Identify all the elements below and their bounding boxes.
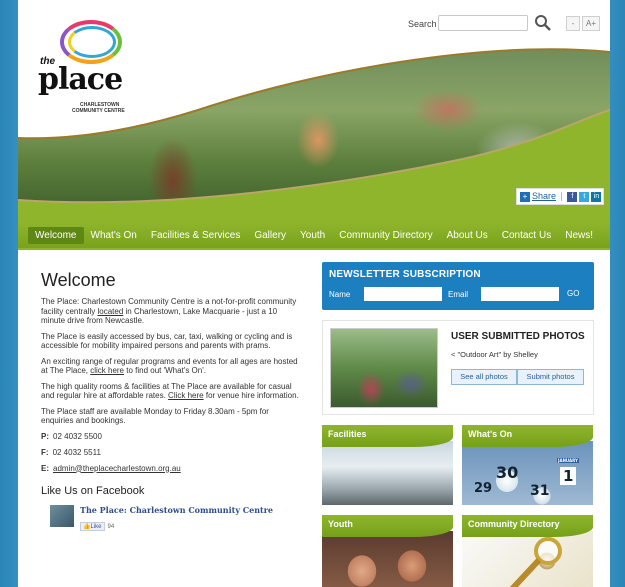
facebook-icon[interactable]: f	[567, 191, 578, 202]
nav-whats-on[interactable]: What's On	[84, 227, 144, 244]
fax-label: F:	[41, 447, 49, 457]
nav-gallery[interactable]: Gallery	[247, 227, 293, 244]
facebook-like-label: Like	[90, 523, 102, 530]
newsletter-box: NEWSLETTER SUBSCRIPTION Name Email GO	[322, 262, 594, 310]
main-nav: Welcome What's On Facilities & Services …	[18, 222, 610, 248]
programs-paragraph: An exciting range of regular programs an…	[41, 357, 303, 376]
nav-facilities-services[interactable]: Facilities & Services	[144, 227, 247, 244]
page: the place CHARLESTOWN COMMUNITY CENTRE S…	[18, 0, 610, 587]
facebook-like-button[interactable]: 👍Like	[80, 521, 105, 531]
user-photo-thumbnail[interactable]	[330, 328, 438, 408]
see-all-photos-button[interactable]: See all photos	[451, 369, 517, 385]
phone-number: 02 4032 5500	[53, 431, 102, 441]
email-label: E:	[41, 463, 49, 473]
magnifying-glass-icon	[509, 537, 562, 587]
share-link[interactable]: Share	[532, 191, 556, 201]
tile-youth-label: Youth	[328, 519, 353, 529]
intro-paragraph: The Place: Charlestown Community Centre …	[41, 297, 303, 326]
facebook-widget: The Place: Charlestown Community Centre …	[41, 504, 303, 533]
tile-community-directory[interactable]: Community Directory	[462, 515, 593, 587]
newsletter-name-input[interactable]	[364, 287, 442, 301]
search-input[interactable]	[438, 15, 528, 31]
hire-paragraph: The high quality rooms & facilities at T…	[41, 382, 303, 401]
tile-facilities-label: Facilities	[328, 429, 367, 439]
font-increase-button[interactable]: A+	[582, 16, 600, 31]
share-divider: |	[560, 191, 563, 201]
nav-youth[interactable]: Youth	[293, 227, 332, 244]
facilities-image	[322, 441, 453, 505]
share-plus-icon[interactable]: +	[520, 191, 530, 202]
whats-on-calendar-image: 30 1 29 31 JANUARY	[462, 441, 593, 505]
fax-line: F: 02 4032 5511	[41, 448, 303, 457]
newsletter-email-label: Email	[448, 290, 469, 299]
calendar-month: JANUARY	[557, 458, 579, 463]
search-label: Search	[408, 19, 437, 29]
access-paragraph: The Place is easily accessed by bus, car…	[41, 331, 293, 351]
calendar-date-30: 30	[496, 463, 519, 482]
header: the place CHARLESTOWN COMMUNITY CENTRE S…	[18, 0, 610, 250]
facebook-page-thumbnail[interactable]	[50, 504, 74, 527]
tile-whats-on-label: What's On	[468, 429, 513, 439]
nav-about-us[interactable]: About Us	[440, 227, 495, 244]
calendar-date-31: 31	[530, 483, 550, 499]
nav-news[interactable]: News!	[558, 227, 600, 244]
twitter-icon[interactable]: t	[579, 191, 590, 202]
email-line: E: admin@theplacecharlestown.org.au	[41, 464, 303, 473]
search-icon[interactable]	[534, 14, 552, 32]
user-photos-title: USER SUBMITTED PHOTOS	[451, 331, 585, 342]
tile-youth[interactable]: Youth	[322, 515, 453, 587]
nav-welcome[interactable]: Welcome	[28, 226, 84, 244]
page-title: Welcome	[41, 270, 116, 290]
font-decrease-button[interactable]: -	[566, 16, 580, 31]
hire-text-2: for venue hire information.	[203, 391, 299, 400]
whats-on-link[interactable]: click here	[90, 366, 124, 375]
logo-ring-inner-icon	[68, 26, 116, 58]
tile-whats-on[interactable]: 30 1 29 31 JANUARY What's On	[462, 425, 593, 505]
youth-image	[322, 531, 453, 587]
user-photos-box: USER SUBMITTED PHOTOS < "Outdoor Art" by…	[322, 320, 594, 415]
facebook-page-name[interactable]: The Place: Charlestown Community Centre	[80, 505, 273, 515]
newsletter-name-label: Name	[329, 290, 351, 299]
logo-subtitle-2: COMMUNITY CENTRE	[72, 108, 125, 114]
located-link[interactable]: located	[97, 307, 123, 316]
site-logo[interactable]: the place CHARLESTOWN COMMUNITY CENTRE	[30, 20, 140, 130]
tile-community-directory-label: Community Directory	[468, 519, 560, 529]
programs-text-2: to find out 'What's On'.	[124, 366, 206, 375]
submit-photos-button[interactable]: Submit photos	[517, 369, 584, 385]
community-directory-image	[462, 531, 593, 587]
facebook-like-count: 94	[107, 523, 115, 530]
newsletter-email-input[interactable]	[481, 287, 559, 301]
tile-facilities[interactable]: Facilities	[322, 425, 453, 505]
calendar-date-1: 1	[560, 467, 577, 485]
facebook-heading: Like Us on Facebook	[41, 484, 145, 497]
calendar-date-29: 29	[474, 481, 493, 496]
phone-label: P:	[41, 431, 49, 441]
fax-number: 02 4032 5511	[52, 447, 101, 457]
user-photo-caption: < "Outdoor Art" by Shelley	[451, 350, 538, 359]
nav-community-directory[interactable]: Community Directory	[332, 227, 439, 244]
phone-line: P: 02 4032 5500	[41, 432, 303, 441]
share-bar: + Share | f t in	[516, 188, 604, 205]
hours-paragraph: The Place staff are available Monday to …	[41, 406, 269, 426]
logo-place-text: place	[38, 62, 123, 97]
nav-contact-us[interactable]: Contact Us	[495, 227, 558, 244]
newsletter-go-button[interactable]: GO	[567, 289, 579, 298]
newsletter-title: NEWSLETTER SUBSCRIPTION	[329, 269, 481, 280]
welcome-section: Welcome The Place: Charlestown Community…	[41, 270, 303, 533]
venue-hire-link[interactable]: Click here	[168, 391, 204, 400]
email-link[interactable]: admin@theplacecharlestown.org.au	[53, 464, 181, 473]
linkedin-icon[interactable]: in	[591, 191, 602, 202]
